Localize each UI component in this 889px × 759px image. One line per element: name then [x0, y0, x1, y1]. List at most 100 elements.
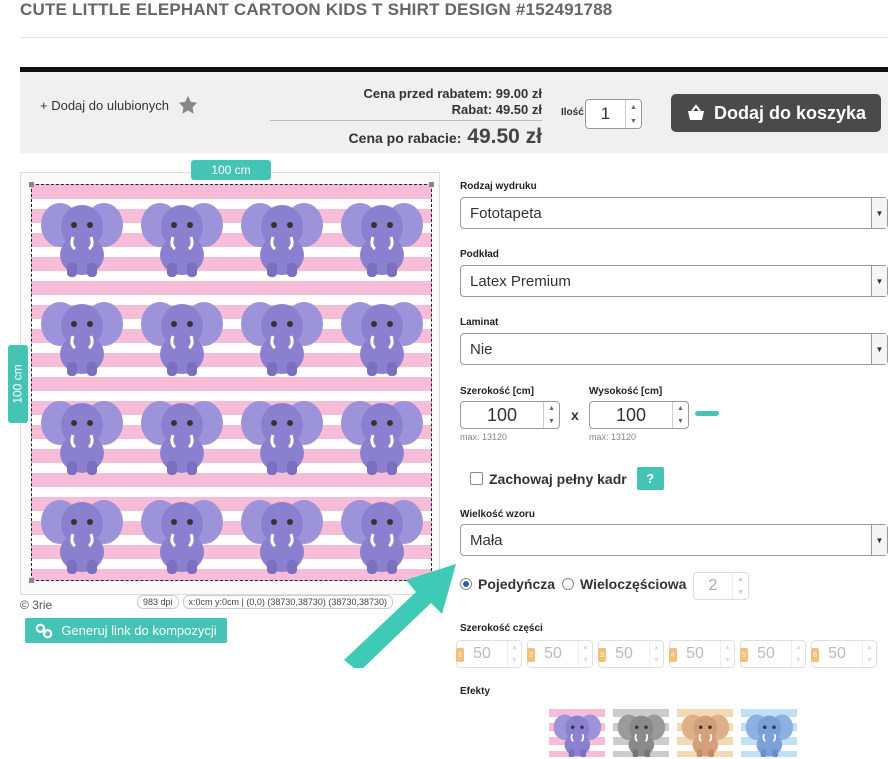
part-width-value[interactable]: 50: [528, 641, 578, 667]
width-max: max: 13120: [460, 432, 508, 442]
increment-icon[interactable]: ▲: [792, 641, 805, 654]
times-sign: x: [571, 407, 579, 423]
page-title: CUTE LITTLE ELEPHANT CARTOON KIDS T SHIR…: [20, 0, 613, 19]
part-width-input[interactable]: 6 50 ▲ ▼: [811, 640, 877, 668]
part-width-label: Szerokość części: [460, 623, 543, 634]
part-width-input[interactable]: 1 50 ▲ ▼: [456, 640, 522, 668]
dpi-badge: 983 dpi: [137, 595, 179, 609]
keep-frame-checkbox[interactable]: [470, 472, 483, 485]
keep-frame-label[interactable]: Zachowaj pełny kadr: [489, 471, 627, 487]
elephant-motif: [40, 296, 124, 378]
part-width-inputs: 1 50 ▲ ▼ 2 50 ▲ ▼ 3 50 ▲ ▼ 4 50 ▲ ▼ 5 50 ▲ ▼ 6 50 ▲ ▼: [456, 640, 877, 668]
add-to-favorites[interactable]: + Dodaj do ulubionych: [40, 94, 199, 116]
increment-icon[interactable]: ▲: [626, 100, 641, 114]
width-input[interactable]: 100 ▲ ▼: [460, 401, 560, 429]
parts-count-value[interactable]: 2: [694, 573, 732, 599]
elephant-motif: [140, 197, 224, 279]
part-width-value[interactable]: 50: [670, 641, 720, 667]
part-number: 6: [811, 648, 819, 662]
quantity-stepper[interactable]: 1 ▲ ▼: [585, 99, 642, 129]
multi-radio[interactable]: [562, 578, 574, 590]
increment-icon[interactable]: ▲: [544, 402, 559, 415]
decrement-icon[interactable]: ▼: [673, 415, 688, 428]
width-value[interactable]: 100: [461, 402, 543, 428]
quantity-value[interactable]: 1: [586, 100, 625, 128]
parts-count-input[interactable]: 2 ▲ ▼: [693, 572, 749, 600]
base-value: Latex Premium: [470, 272, 571, 290]
increment-icon[interactable]: ▲: [721, 641, 734, 654]
increment-icon[interactable]: ▲: [673, 402, 688, 415]
part-width-value[interactable]: 50: [599, 641, 649, 667]
decrement-icon[interactable]: ▼: [733, 586, 748, 599]
price-before-value: 99.00 zł: [495, 86, 542, 101]
effects-list: [549, 709, 797, 757]
part-width-input[interactable]: 3 50 ▲ ▼: [598, 640, 664, 668]
increment-icon[interactable]: ▲: [650, 641, 663, 654]
increment-icon[interactable]: ▲: [863, 641, 876, 654]
elephant-motif: [240, 494, 324, 576]
help-button[interactable]: ?: [636, 467, 664, 490]
chevron-down-icon[interactable]: ▼: [871, 525, 887, 555]
quantity-label: Ilość: [561, 107, 584, 118]
print-type-select[interactable]: Fototapeta ▼: [460, 197, 888, 229]
effect-blue[interactable]: [741, 709, 797, 757]
final-price-value: 49.50 zł: [467, 125, 542, 148]
decrement-icon[interactable]: ▼: [626, 114, 641, 128]
decrement-icon[interactable]: ▼: [792, 654, 805, 667]
decrement-icon[interactable]: ▼: [650, 654, 663, 667]
laminate-select[interactable]: Nie ▼: [460, 333, 888, 365]
chevron-down-icon[interactable]: ▼: [871, 266, 887, 296]
part-width-value[interactable]: 50: [457, 641, 507, 667]
part-width-input[interactable]: 4 50 ▲ ▼: [669, 640, 735, 668]
part-width-input[interactable]: 2 50 ▲ ▼: [527, 640, 593, 668]
print-type-label: Rodzaj wydruku: [460, 181, 537, 192]
effect-sepia[interactable]: [677, 709, 733, 757]
increment-icon[interactable]: ▲: [508, 641, 521, 654]
decrement-icon[interactable]: ▼: [508, 654, 521, 667]
decrement-icon[interactable]: ▼: [863, 654, 876, 667]
elephant-motif: [140, 395, 224, 477]
part-width-input[interactable]: 5 50 ▲ ▼: [740, 640, 806, 668]
base-select[interactable]: Latex Premium ▼: [460, 265, 888, 297]
effects-label: Efekty: [460, 686, 491, 697]
single-radio[interactable]: [460, 578, 472, 590]
discount-value: 49.50 zł: [495, 102, 542, 117]
height-max: max: 13120: [589, 432, 637, 442]
height-label: Wysokość [cm]: [589, 386, 663, 397]
link-dimensions-toggle[interactable]: [695, 411, 719, 416]
favorite-label: + Dodaj do ulubionych: [40, 97, 170, 113]
chevron-down-icon[interactable]: ▼: [871, 334, 887, 364]
pattern-canvas[interactable]: [31, 184, 432, 581]
multi-option[interactable]: Wieloczęściowa: [562, 576, 686, 592]
pattern-size-select[interactable]: Mała ▼: [460, 524, 888, 556]
elephant-motif: [340, 197, 424, 279]
part-number: 5: [740, 648, 748, 662]
generate-link-label: Generuj link do kompozycji: [61, 623, 217, 638]
increment-icon[interactable]: ▲: [733, 573, 748, 586]
generate-link-button[interactable]: Generuj link do kompozycji: [25, 618, 227, 643]
elephant-motif: [240, 197, 324, 279]
print-type-value: Fototapeta: [470, 204, 542, 222]
chevron-down-icon[interactable]: ▼: [871, 198, 887, 228]
multi-label: Wieloczęściowa: [580, 576, 687, 592]
price-before-label: Cena przed rabatem:: [363, 86, 493, 101]
pattern-size-value: Mała: [470, 531, 503, 549]
effect-grayscale[interactable]: [613, 709, 669, 757]
single-option[interactable]: Pojedyńcza: [460, 576, 555, 592]
increment-icon[interactable]: ▲: [579, 641, 592, 654]
width-label: Szerokość [cm]: [460, 386, 534, 397]
purchase-bar: + Dodaj do ulubionych Cena przed rabatem…: [20, 67, 888, 153]
decrement-icon[interactable]: ▼: [544, 415, 559, 428]
crop-handle-top-left[interactable]: [29, 182, 34, 187]
crop-handle-bottom-left[interactable]: [29, 578, 34, 583]
part-width-value[interactable]: 50: [812, 641, 862, 667]
elephant-motif: [40, 494, 124, 576]
crop-handle-top-right[interactable]: [429, 182, 434, 187]
add-to-cart-button[interactable]: Dodaj do koszyka: [671, 94, 881, 132]
decrement-icon[interactable]: ▼: [579, 654, 592, 667]
height-value[interactable]: 100: [590, 402, 672, 428]
part-width-value[interactable]: 50: [741, 641, 791, 667]
height-input[interactable]: 100 ▲ ▼: [589, 401, 689, 429]
decrement-icon[interactable]: ▼: [721, 654, 734, 667]
effect-original[interactable]: [549, 709, 605, 757]
